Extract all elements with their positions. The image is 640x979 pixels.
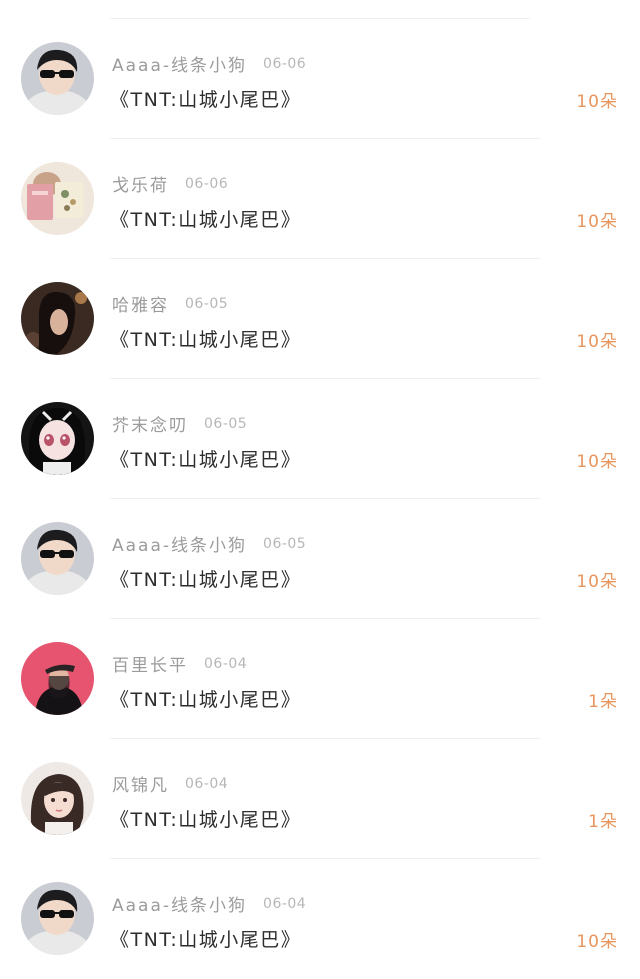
record-date: 06-04 [204, 655, 248, 672]
record-meta: Aaaa-线条小狗 06-06 [112, 51, 307, 77]
username[interactable]: Aaaa-线条小狗 [112, 896, 247, 916]
flower-count: 10朵 [576, 932, 618, 952]
avatar-sunglasses-person-icon [21, 522, 94, 595]
avatar-person-holding-book-icon [21, 162, 94, 235]
record-date: 06-05 [185, 295, 229, 312]
record-meta: 哈雅容 06-05 [112, 291, 229, 317]
flower-count: 1朵 [588, 692, 618, 712]
book-title[interactable]: 《TNT:山城小尾巴》 [110, 685, 301, 712]
book-title[interactable]: 《TNT:山城小尾巴》 [110, 805, 301, 832]
flower-count: 10朵 [576, 332, 618, 352]
list-item[interactable]: 百里长平 06-04 《TNT:山城小尾巴》 1朵 [0, 619, 640, 739]
avatar[interactable] [21, 402, 94, 475]
book-title[interactable]: 《TNT:山城小尾巴》 [110, 325, 301, 352]
book-title[interactable]: 《TNT:山城小尾巴》 [110, 445, 301, 472]
record-date: 06-05 [263, 535, 307, 552]
record-date: 06-05 [204, 415, 248, 432]
gift-record-list: Aaaa-线条小狗 06-06 《TNT:山城小尾巴》 10朵 戈乐荷 06-0… [0, 19, 640, 979]
avatar-sunglasses-person-icon [21, 882, 94, 955]
record-date: 06-04 [263, 895, 307, 912]
username[interactable]: Aaaa-线条小狗 [112, 56, 247, 76]
book-title[interactable]: 《TNT:山城小尾巴》 [110, 205, 301, 232]
record-meta: Aaaa-线条小狗 06-04 [112, 891, 307, 917]
book-title[interactable]: 《TNT:山城小尾巴》 [110, 565, 301, 592]
avatar-anime-girl-icon [21, 402, 94, 475]
username[interactable]: 戈乐荷 [112, 176, 169, 196]
book-title[interactable]: 《TNT:山城小尾巴》 [110, 85, 301, 112]
username[interactable]: 风锦凡 [112, 776, 169, 796]
flower-count: 1朵 [588, 812, 618, 832]
avatar-pink-background-person-icon [21, 642, 94, 715]
flower-count: 10朵 [576, 92, 618, 112]
list-item[interactable]: Aaaa-线条小狗 06-06 《TNT:山城小尾巴》 10朵 [0, 19, 640, 139]
record-meta: 戈乐荷 06-06 [112, 171, 229, 197]
username[interactable]: Aaaa-线条小狗 [112, 536, 247, 556]
record-meta: 百里长平 06-04 [112, 651, 248, 677]
avatar[interactable] [21, 522, 94, 595]
list-item[interactable]: Aaaa-线条小狗 06-05 《TNT:山城小尾巴》 10朵 [0, 499, 640, 619]
book-title[interactable]: 《TNT:山城小尾巴》 [110, 925, 301, 952]
list-item[interactable]: 哈雅容 06-05 《TNT:山城小尾巴》 10朵 [0, 259, 640, 379]
avatar[interactable] [21, 882, 94, 955]
avatar[interactable] [21, 282, 94, 355]
flower-count: 10朵 [576, 452, 618, 472]
username[interactable]: 哈雅容 [112, 296, 169, 316]
avatar-sunglasses-person-icon [21, 42, 94, 115]
record-meta: Aaaa-线条小狗 06-05 [112, 531, 307, 557]
list-item[interactable]: 芥末念叨 06-05 《TNT:山城小尾巴》 10朵 [0, 379, 640, 499]
avatar-girl-portrait-icon [21, 762, 94, 835]
record-date: 06-04 [185, 775, 229, 792]
record-date: 06-06 [263, 55, 307, 72]
list-item[interactable]: 风锦凡 06-04 《TNT:山城小尾巴》 1朵 [0, 739, 640, 859]
list-item[interactable]: Aaaa-线条小狗 06-04 《TNT:山城小尾巴》 10朵 [0, 859, 640, 979]
record-meta: 芥末念叨 06-05 [112, 411, 248, 437]
avatar[interactable] [21, 162, 94, 235]
record-date: 06-06 [185, 175, 229, 192]
list-item[interactable]: 戈乐荷 06-06 《TNT:山城小尾巴》 10朵 [0, 139, 640, 259]
avatar[interactable] [21, 42, 94, 115]
avatar[interactable] [21, 762, 94, 835]
avatar[interactable] [21, 642, 94, 715]
flower-count: 10朵 [576, 212, 618, 232]
username[interactable]: 百里长平 [112, 656, 188, 676]
flower-count: 10朵 [576, 572, 618, 592]
record-meta: 风锦凡 06-04 [112, 771, 229, 797]
avatar-dark-portrait-icon [21, 282, 94, 355]
username[interactable]: 芥末念叨 [112, 416, 188, 436]
